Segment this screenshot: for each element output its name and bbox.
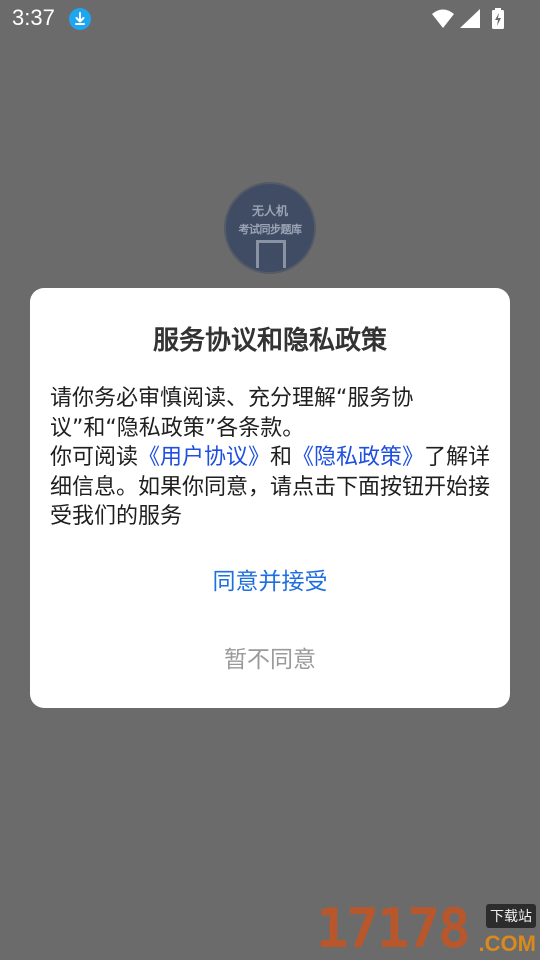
watermark-digits: 17178 xyxy=(316,897,471,960)
download-icon xyxy=(69,8,91,30)
dialog-body-p2-prefix: 你可阅读 xyxy=(50,445,139,470)
user-agreement-link[interactable]: 《用户协议》 xyxy=(138,445,270,470)
battery-charging-icon xyxy=(492,8,504,29)
app-logo: 无人机 考试同步题库 xyxy=(224,182,316,274)
app-logo-line2: 考试同步题库 xyxy=(238,223,303,236)
status-time: 3:37 xyxy=(12,5,55,30)
dialog-body-p1: 请你务必审慎阅读、充分理解“服务协议”和“隐私政策”各条款。 xyxy=(50,386,414,441)
signal-icon xyxy=(460,9,480,28)
dialog-body: 请你务必审慎阅读、充分理解“服务协议”和“隐私政策”各条款。 你可阅读《用户协议… xyxy=(50,384,500,532)
privacy-dialog: 服务协议和隐私政策 请你务必审慎阅读、充分理解“服务协议”和“隐私政策”各条款。… xyxy=(30,288,510,708)
wifi-icon xyxy=(432,9,454,28)
accept-button[interactable]: 同意并接受 xyxy=(30,562,510,596)
app-logo-line1: 无人机 xyxy=(251,204,288,218)
watermark: 17178 下载站 .COM xyxy=(316,898,540,960)
watermark-tag: 下载站 xyxy=(486,904,536,928)
dialog-title: 服务协议和隐私政策 xyxy=(152,326,387,356)
book-icon xyxy=(256,240,286,268)
watermark-domain: .COM xyxy=(478,931,536,956)
decline-button[interactable]: 暂不同意 xyxy=(30,640,510,674)
status-icons xyxy=(430,7,530,31)
privacy-policy-link[interactable]: 《隐私政策》 xyxy=(292,445,424,470)
dialog-body-p2-mid: 和 xyxy=(270,445,293,470)
status-bar: 3:37 xyxy=(0,0,540,38)
